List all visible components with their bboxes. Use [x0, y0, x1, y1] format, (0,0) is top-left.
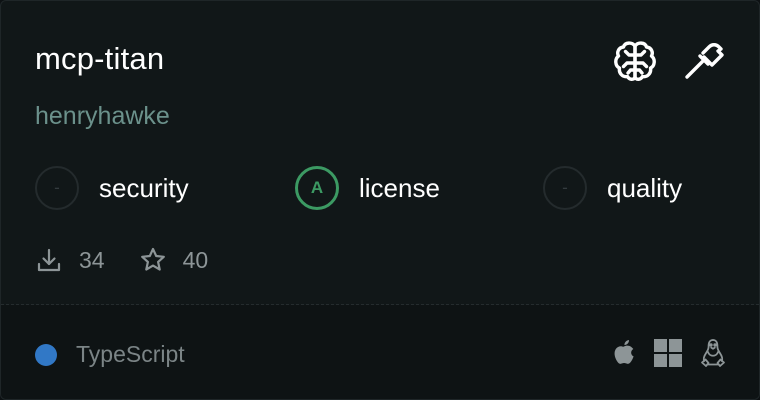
- server-card[interactable]: mcp-titan henryhawke - security A licens…: [0, 0, 760, 400]
- downloads-stat: 34: [35, 246, 105, 274]
- star-icon: [139, 246, 167, 274]
- card-footer: TypeScript: [1, 305, 759, 399]
- download-icon: [35, 246, 63, 274]
- stats-row: 34 40: [35, 243, 208, 277]
- apple-icon: [611, 338, 637, 373]
- hammer-icon: [679, 37, 727, 85]
- platform-icons: [611, 338, 727, 373]
- license-score[interactable]: A license: [295, 164, 440, 212]
- stars-stat: 40: [139, 246, 209, 274]
- capability-icons: [611, 37, 727, 85]
- linux-icon: [699, 338, 727, 373]
- quality-label: quality: [607, 172, 683, 203]
- quality-grade-badge: -: [543, 166, 587, 210]
- windows-icon: [653, 338, 683, 373]
- license-grade-badge: A: [295, 166, 339, 210]
- security-grade-badge: -: [35, 166, 79, 210]
- language-color-dot: [35, 343, 57, 366]
- language-indicator: TypeScript: [35, 341, 185, 368]
- downloads-count: 34: [79, 246, 105, 273]
- stars-count: 40: [182, 246, 209, 273]
- server-name[interactable]: mcp-titan: [35, 39, 164, 79]
- author-name[interactable]: henryhawke: [35, 99, 170, 133]
- license-label: license: [359, 172, 440, 203]
- quality-score[interactable]: - quality: [543, 164, 682, 212]
- security-score[interactable]: - security: [35, 164, 189, 212]
- language-name: TypeScript: [76, 341, 185, 367]
- brain-icon: [611, 37, 659, 85]
- security-label: security: [99, 172, 189, 203]
